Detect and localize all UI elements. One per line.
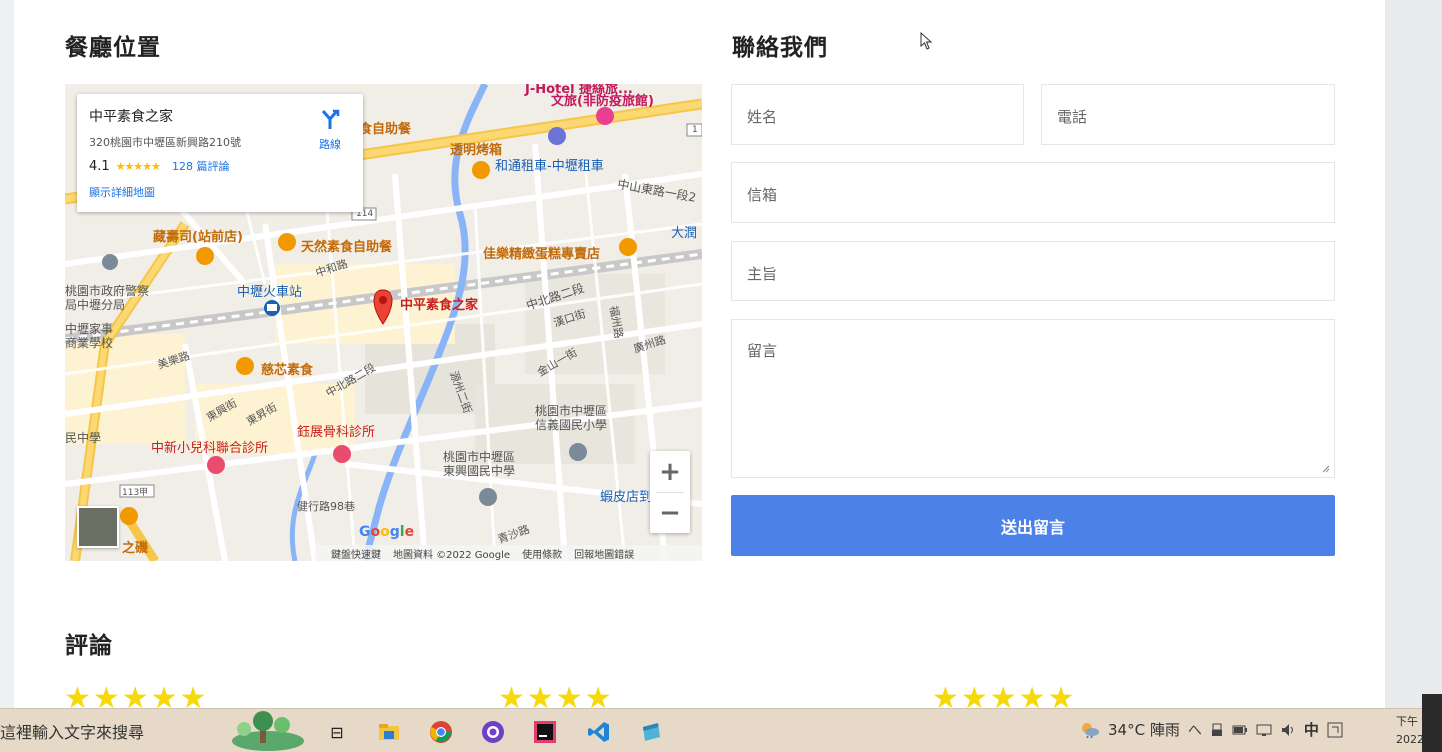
map-attribution: 鍵盤快速鍵 地圖資料 ©2022 Google 使用條款 回報地圖錯誤 (315, 545, 702, 561)
window-gutter (1385, 0, 1442, 708)
contact-title: 聯絡我們 (732, 35, 828, 61)
road-shield-113: 113甲 (122, 488, 149, 498)
taskbar-search-box[interactable]: 在這裡輸入文字來搜尋 (0, 713, 226, 749)
search-placeholder: 在這裡輸入文字來搜尋 (0, 723, 145, 742)
map-label-xinyi-school: 桃園市中壢區 信義國民小學 (535, 404, 608, 432)
screen-edge (1422, 694, 1442, 752)
taskbar: 在這裡輸入文字來搜尋 ⊟ 34°C 陣雨 へ 中 下午 2022 (0, 708, 1442, 752)
google-logo: Google (359, 524, 415, 540)
report-error-link[interactable]: 回報地圖錯誤 (574, 546, 634, 561)
rating-stars: ★★★★★ (115, 159, 161, 173)
search-highlight-art-icon[interactable] (230, 711, 306, 751)
map-label-school1: 中壢家事 商業學校 (65, 322, 114, 350)
submit-button[interactable]: 送出留言 (731, 495, 1335, 556)
satellite-toggle[interactable] (77, 506, 119, 548)
ime-mode-icon[interactable] (1327, 722, 1343, 738)
jetbrains-icon[interactable] (532, 719, 558, 745)
message-placeholder: 留言 (747, 342, 778, 360)
map-label-shrimp-store: 蝦皮店到 (600, 490, 653, 505)
subject-placeholder: 主旨 (747, 265, 778, 283)
place-rating: 4.1 ★★★★★ 128 篇評論 (89, 158, 351, 174)
usb-icon[interactable] (1210, 722, 1224, 738)
battery-icon[interactable] (1232, 723, 1248, 737)
zoom-divider (656, 492, 684, 493)
reviews-title: 評論 (65, 633, 113, 659)
weather-text[interactable]: 34°C 陣雨 (1108, 719, 1180, 740)
terms-link[interactable]: 使用條款 (522, 546, 562, 561)
map-label-restaurant: 中平素食之家 (400, 298, 479, 313)
phone-input[interactable]: 電話 (1041, 84, 1335, 145)
name-input[interactable]: 姓名 (731, 84, 1024, 145)
place-address: 320桃園市中壢區新興路210號 (89, 136, 241, 149)
network-icon[interactable] (1256, 723, 1272, 737)
phone-placeholder: 電話 (1057, 108, 1088, 126)
map-label-bakery: 佳樂精緻蛋糕專賣店 (483, 247, 601, 262)
mouse-cursor-icon (920, 32, 933, 50)
map-label-police: 桃園市政府警察 局中壢分局 (65, 284, 150, 312)
map-label-sushi: 藏壽司(站前店) (153, 230, 243, 245)
task-view-icon[interactable]: ⊟ (324, 719, 350, 745)
system-tray: 34°C 陣雨 へ 中 (1080, 719, 1343, 740)
email-placeholder: 信箱 (747, 186, 778, 204)
road-shield-1: 1 (692, 125, 698, 135)
email-input[interactable]: 信箱 (731, 162, 1335, 223)
show-hidden-icons-icon[interactable]: へ (1188, 720, 1202, 740)
volume-icon[interactable] (1280, 723, 1296, 737)
taskbar-clock[interactable]: 下午 2022 (1396, 713, 1424, 749)
keyboard-shortcuts-link[interactable]: 鍵盤快速鍵 (331, 546, 381, 561)
map-label-dongxing-school: 桃園市中壢區 東興國民中學 (443, 450, 516, 478)
weather-icon[interactable] (1080, 721, 1100, 739)
github-desktop-icon[interactable] (480, 719, 506, 745)
rating-value: 4.1 (89, 158, 110, 174)
place-name: 中平素食之家 (89, 109, 173, 125)
subject-input[interactable]: 主旨 (731, 241, 1335, 301)
map-label-train-station: 中壢火車站 (237, 285, 303, 300)
map-label-dasharp: 大潤 (671, 226, 698, 241)
embedded-map[interactable]: J-Hotel 捷絲旅... 文旅(非防疫旅館) 食自助餐 透明烤箱 和通租車-… (65, 84, 702, 561)
map-data-text: 地圖資料 ©2022 Google (393, 549, 511, 561)
map-label-hotel2: 文旅(非防疫旅館) (551, 94, 654, 109)
message-textarea[interactable]: 留言 (731, 319, 1335, 478)
view-larger-map-link[interactable]: 顯示詳細地圖 (89, 184, 351, 200)
map-label-pediatric-clinic: 中新小兒科聯合診所 (151, 441, 269, 456)
app-window-icon[interactable] (638, 719, 664, 745)
place-info-card: 中平素食之家 320桃園市中壢區新興路210號 4.1 ★★★★★ 128 篇評… (77, 94, 363, 212)
reviews-link[interactable]: 128 篇評論 (172, 158, 230, 174)
directions-button[interactable]: 路線 (315, 108, 345, 152)
clock-time: 下午 (1396, 715, 1418, 728)
ime-indicator[interactable]: 中 (1304, 719, 1319, 740)
file-explorer-icon[interactable] (376, 719, 402, 745)
resize-grip-icon[interactable] (1322, 465, 1330, 473)
name-placeholder: 姓名 (747, 108, 778, 126)
zoom-controls: + − (650, 451, 690, 533)
chrome-icon[interactable] (428, 719, 454, 745)
map-label-ortho-clinic: 鈺展骨科診所 (297, 425, 376, 440)
map-label-middle-school: 民中學 (65, 431, 102, 445)
zoom-out-button[interactable]: − (650, 492, 690, 533)
clock-date: 2022 (1396, 733, 1424, 746)
zoom-in-button[interactable]: + (650, 451, 690, 492)
map-label-buffet: 食自助餐 (359, 122, 412, 137)
map-label-cixin: 慈芯素食 (261, 363, 314, 378)
directions-icon (321, 109, 340, 129)
map-label-jianxing-road: 健行路98巷 (297, 500, 355, 513)
location-title: 餐廳位置 (65, 35, 161, 61)
vscode-icon[interactable] (586, 719, 612, 745)
map-label-veg-buffet: 天然素食自助餐 (301, 240, 393, 255)
map-label-zhi: 之磯 (122, 541, 149, 556)
directions-label: 路線 (319, 138, 341, 151)
map-label-car-rental: 和通租車-中壢租車 (495, 159, 604, 174)
